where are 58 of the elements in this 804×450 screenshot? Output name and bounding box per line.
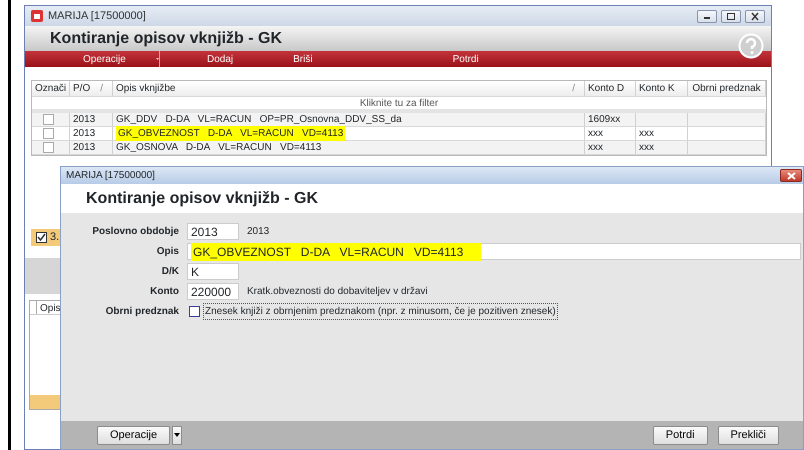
dialog-button[interactable]: Prekliči [718,426,779,444]
field-label: D/K [160,265,179,279]
row-checkbox[interactable] [43,114,54,125]
app-icon [31,10,43,22]
field-label: Poslovno obdobje [91,225,179,239]
input-field[interactable]: 220000 [187,283,239,300]
minimize-button[interactable] [697,10,717,22]
column-header[interactable]: P/O [73,81,90,96]
help-icon[interactable] [738,33,764,59]
close-button[interactable] [745,10,765,22]
field-note: 2013 [247,225,270,239]
column-header[interactable]: Konto K [639,81,675,96]
input-field[interactable]: K [187,263,239,280]
column-header[interactable]: Obrni predznak [692,81,761,96]
close-icon [786,172,796,180]
table-cell-text: xxx [639,127,654,141]
table-cell-text: GK_OSNOVA D-DA VL=RACUN VD=4113 [116,141,322,155]
menu-item[interactable]: Potrdi [452,52,479,66]
operations-menu[interactable]: Operacije [83,52,126,66]
field-label: Obrni predznak [104,305,179,319]
menu-item[interactable]: Briši [293,52,313,66]
table-cell: 2013 [70,113,113,126]
window-title: MARIJA [17500000] [48,8,146,24]
table-cell-text: GK_DDV D-DA VL=RACUN OP=PR_Osnovna_DDV_SS_da [116,113,402,127]
input-field[interactable]: 2013 [187,223,239,240]
checkbox-label[interactable]: Znesek knjiži z obrnjenim predznakom (npr. z minusom, če je pozitiven znesek) [203,303,558,320]
table-cell-text: xxx [639,141,654,155]
page-heading: Kontiranje opisov vknjižb - GK [50,28,282,48]
table-cell-text: 1609xx [588,113,620,127]
table-cell-text: xxx [588,127,603,141]
menu-item[interactable]: Dodaj [207,52,234,66]
column-header[interactable]: Opis vknjižbe [116,81,176,96]
column-header[interactable]: Konto D [588,81,624,96]
row-checkbox[interactable] [43,128,54,139]
table-cell: GK_OBVEZNOST D-DA VL=RACUN VD=4113 [116,126,346,141]
table-cell-text: xxx [588,141,603,155]
checkbox[interactable] [189,306,200,317]
close-icon [750,12,760,20]
maximize-button[interactable] [721,10,741,22]
dialog-heading: Kontiranje opisov vknjižb - GK [86,188,318,208]
field-label: Opis [156,245,179,259]
table-cell: 2013 [70,141,113,154]
dialog-button[interactable]: Potrdi [652,426,708,444]
column-header[interactable]: Označi [35,81,66,96]
dialog-title: MARIJA [17500000] [66,169,155,183]
dropdown-button[interactable] [172,426,182,444]
field-note: Kratk.obveznosti do dobaviteljev v državi [247,285,428,299]
maximize-icon [726,12,736,20]
caret-icon [174,433,180,437]
operations-button[interactable]: Operacije [97,426,170,444]
field-label: Konto [149,285,179,299]
input-field[interactable]: GK_OBVEZNOST D-DA VL=RACUN VD=4113 [187,243,801,260]
close-button[interactable] [780,169,802,182]
checkbox-icon [36,232,47,243]
row-checkbox[interactable] [43,142,54,153]
record-count: 3. [50,230,60,246]
table-cell: 2013 [70,127,113,140]
dropdown-icon[interactable] [156,56,159,62]
